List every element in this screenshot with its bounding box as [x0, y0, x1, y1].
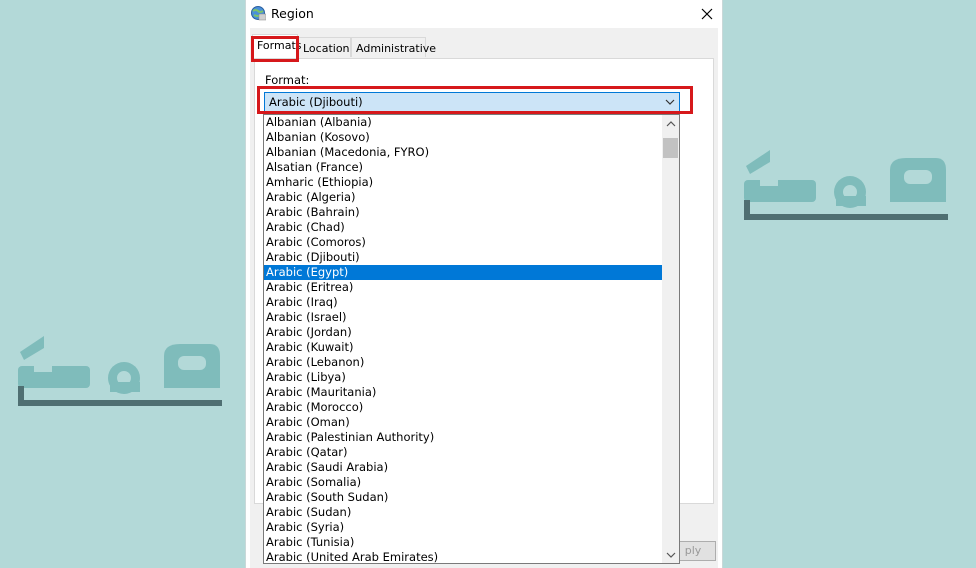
watermark-logo-left — [14, 326, 224, 410]
window-title: Region — [271, 6, 314, 21]
dropdown-option[interactable]: Arabic (Qatar) — [264, 445, 663, 460]
tab-location[interactable]: Location — [298, 37, 351, 57]
dropdown-scrollbar[interactable] — [662, 115, 679, 563]
logo-glyph — [744, 150, 948, 220]
dropdown-option[interactable]: Arabic (Oman) — [264, 415, 663, 430]
dropdown-items: Albanian (Albania) Albanian (Kosovo) Alban… — [264, 115, 663, 563]
dropdown-option[interactable]: Arabic (Djibouti) — [264, 250, 663, 265]
scroll-thumb[interactable] — [663, 138, 678, 158]
combobox-highlight-box — [257, 86, 693, 114]
dropdown-option[interactable]: Arabic (Comoros) — [264, 235, 663, 250]
dropdown-option[interactable]: Arabic (Egypt) — [264, 265, 663, 280]
dropdown-option[interactable]: Arabic (Somalia) — [264, 475, 663, 490]
dropdown-option[interactable]: Arabic (Tunisia) — [264, 535, 663, 550]
watermark-logo-right — [740, 140, 950, 224]
dropdown-option[interactable]: Arabic (Bahrain) — [264, 205, 663, 220]
dropdown-option[interactable]: Albanian (Albania) — [264, 115, 663, 130]
dropdown-option[interactable]: Arabic (Jordan) — [264, 325, 663, 340]
dropdown-option[interactable]: Arabic (Eritrea) — [264, 280, 663, 295]
dropdown-option[interactable]: Albanian (Macedonia, FYRO) — [264, 145, 663, 160]
dropdown-option[interactable]: Amharic (Ethiopia) — [264, 175, 663, 190]
logo-glyph — [18, 336, 222, 406]
scroll-down-button[interactable] — [662, 546, 679, 563]
close-icon — [701, 8, 713, 20]
dropdown-option[interactable]: Arabic (Algeria) — [264, 190, 663, 205]
dropdown-option[interactable]: Alsatian (France) — [264, 160, 663, 175]
dropdown-option[interactable]: Arabic (South Sudan) — [264, 490, 663, 505]
close-button[interactable] — [694, 2, 720, 26]
dropdown-option[interactable]: Arabic (Syria) — [264, 520, 663, 535]
dropdown-option[interactable]: Arabic (Iraq) — [264, 295, 663, 310]
tab-highlight-box — [251, 36, 299, 62]
dropdown-option[interactable]: Arabic (Libya) — [264, 370, 663, 385]
dropdown-option[interactable]: Arabic (Israel) — [264, 310, 663, 325]
dropdown-option[interactable]: Albanian (Kosovo) — [264, 130, 663, 145]
dropdown-option[interactable]: Arabic (Chad) — [264, 220, 663, 235]
format-dropdown-list[interactable]: Albanian (Albania) Albanian (Kosovo) Alban… — [263, 114, 680, 564]
tab-administrative[interactable]: Administrative — [351, 37, 436, 57]
dropdown-option[interactable]: Arabic (United Arab Emirates) — [264, 550, 663, 563]
tab-label: Location — [303, 42, 350, 55]
dropdown-option[interactable]: Arabic (Morocco) — [264, 400, 663, 415]
dropdown-option[interactable]: Arabic (Sudan) — [264, 505, 663, 520]
chevron-down-icon — [666, 552, 675, 558]
dropdown-option[interactable]: Arabic (Mauritania) — [264, 385, 663, 400]
scroll-up-button[interactable] — [662, 115, 679, 132]
dropdown-option[interactable]: Arabic (Kuwait) — [264, 340, 663, 355]
tab-label: Administrative — [356, 42, 437, 55]
dropdown-option[interactable]: Arabic (Lebanon) — [264, 355, 663, 370]
format-label: Format: — [265, 73, 310, 87]
region-globe-icon — [250, 5, 267, 21]
chevron-up-icon — [666, 120, 675, 126]
dropdown-option[interactable]: Arabic (Saudi Arabia) — [264, 460, 663, 475]
title-bar: Region — [246, 0, 722, 28]
dropdown-option[interactable]: Arabic (Palestinian Authority) — [264, 430, 663, 445]
